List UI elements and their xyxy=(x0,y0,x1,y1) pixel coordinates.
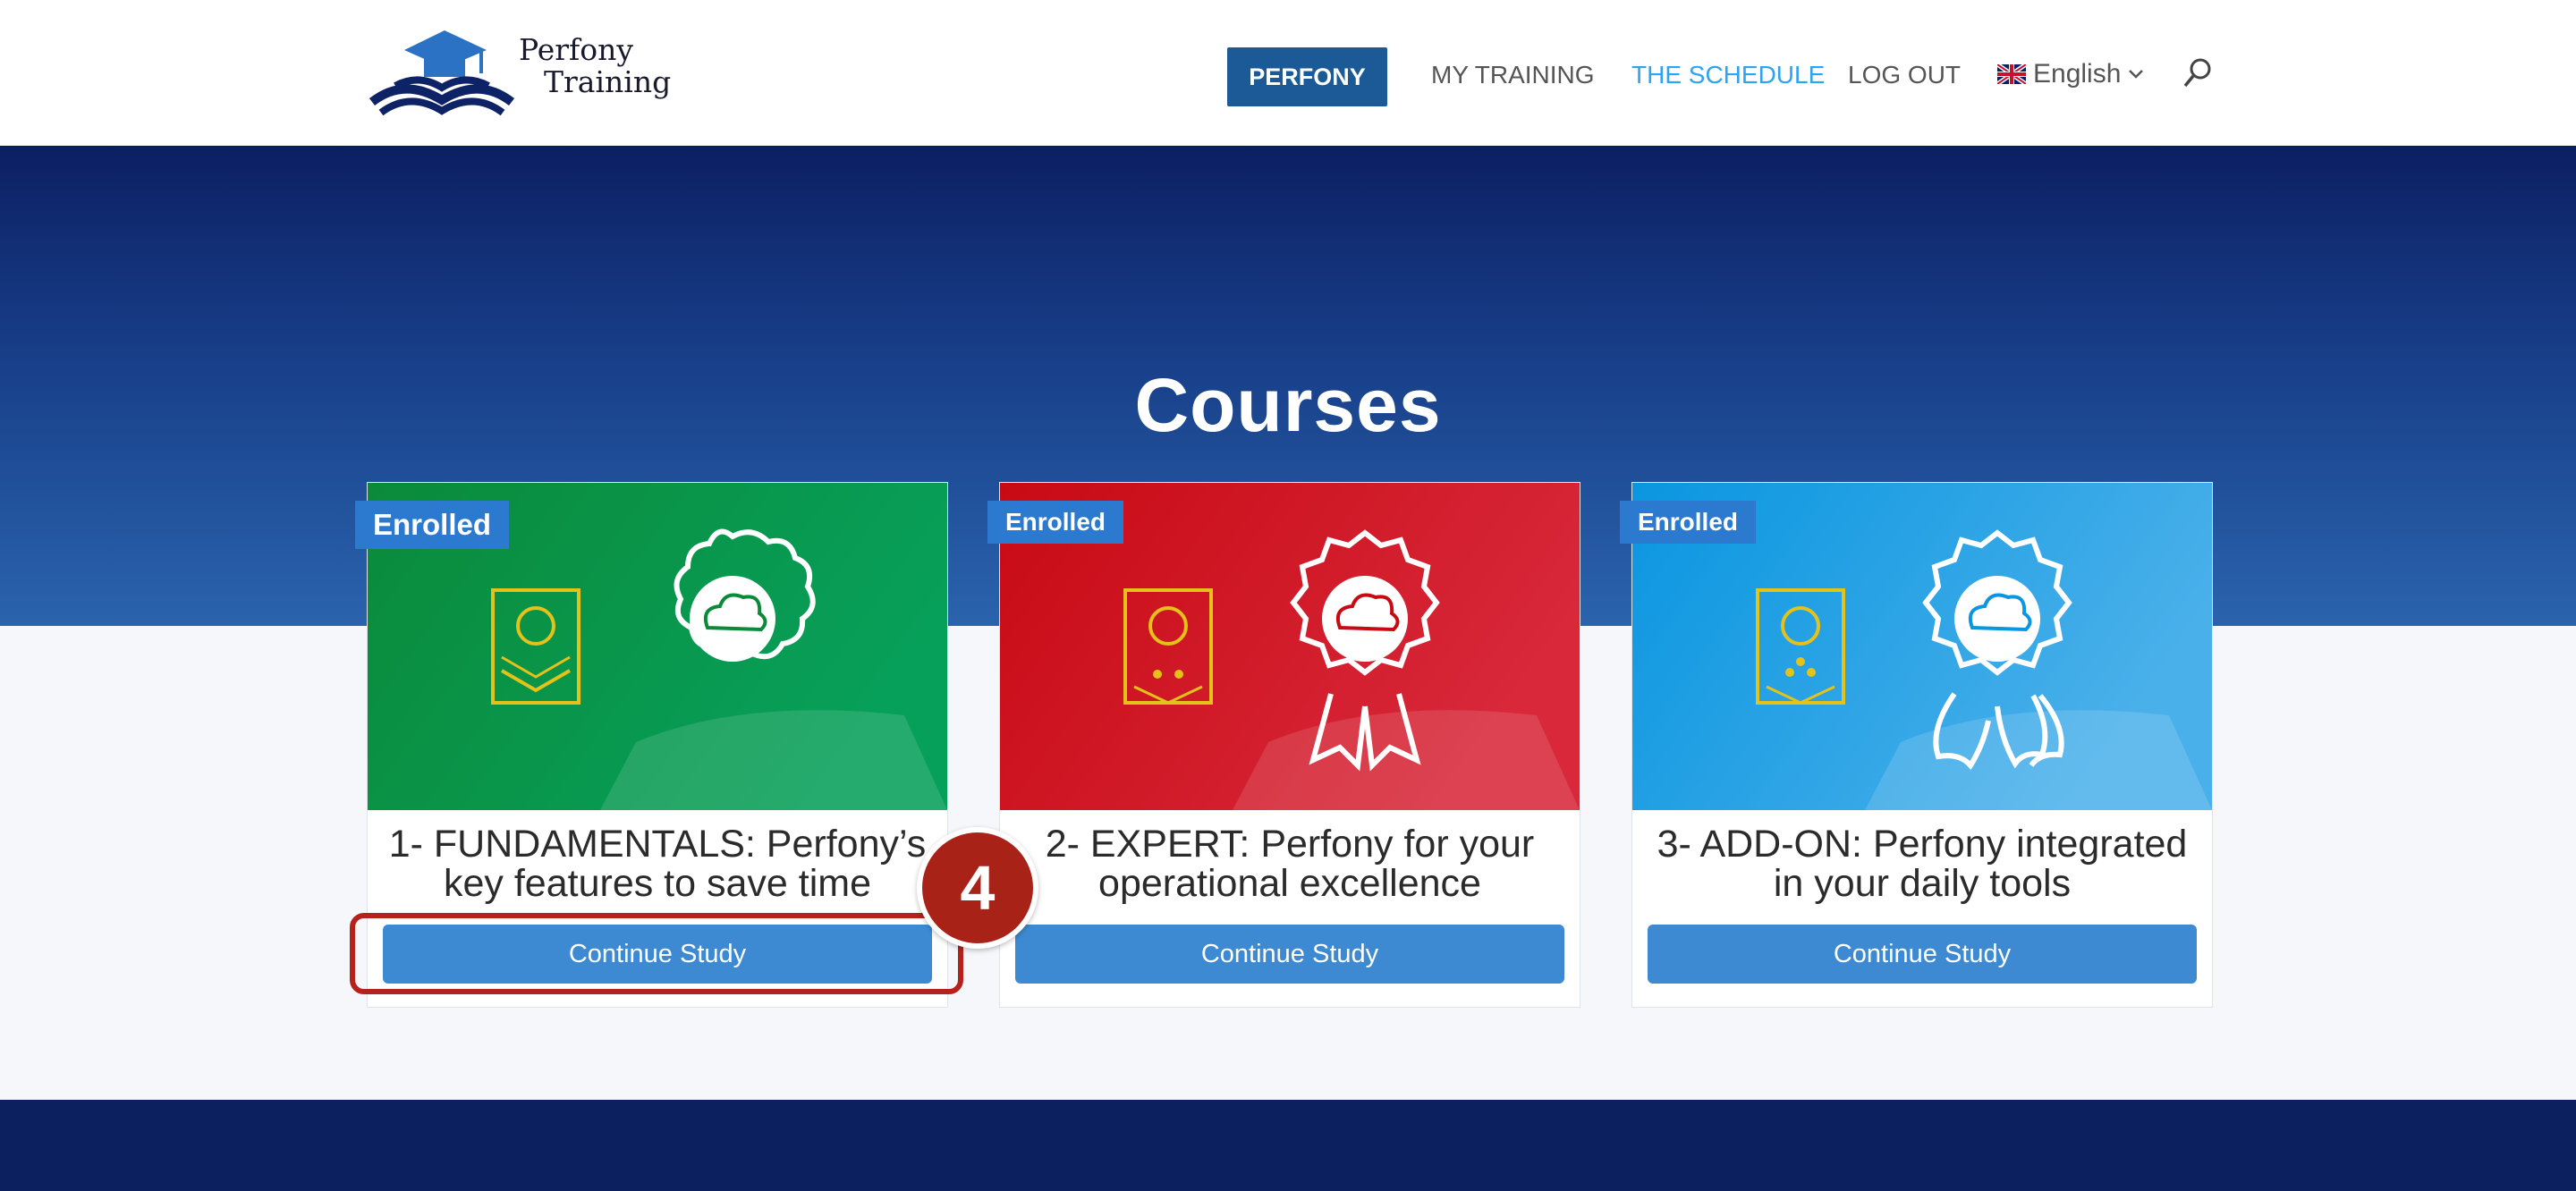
step-number-badge: 4 xyxy=(917,827,1038,949)
course-title[interactable]: 3- ADD-ON: Perfony integrated in your da… xyxy=(1641,824,2203,903)
course-card-expert: Enrolled 2- EXPERT: Perfony for your ope… xyxy=(987,482,1580,1008)
language-selector[interactable]: English xyxy=(1997,59,2144,89)
search-icon[interactable] xyxy=(2182,57,2213,89)
uk-flag-icon xyxy=(1997,64,2026,84)
site-header: Perfony Training PERFONY MY TRAINING THE… xyxy=(0,0,2576,146)
enrolled-badge: Enrolled xyxy=(355,501,510,549)
continue-study-button[interactable]: Continue Study xyxy=(1648,925,2197,984)
step-highlight-frame xyxy=(350,913,963,994)
course-card-add-on: Enrolled 3- ADD-ON: Perfony integrated i… xyxy=(1620,482,2213,1008)
footer-bar xyxy=(0,1100,2576,1191)
logo-line-1: Perfony xyxy=(519,32,634,67)
chevron-down-icon xyxy=(2129,70,2144,79)
nav-log-out[interactable]: LOG OUT xyxy=(1848,61,1961,89)
course-title[interactable]: 1- FUNDAMENTALS: Perfony’s key features … xyxy=(377,824,938,903)
language-label: English xyxy=(2033,59,2122,89)
nav-my-training[interactable]: MY TRAINING xyxy=(1431,61,1595,89)
nav-the-schedule[interactable]: THE SCHEDULE xyxy=(1631,61,1825,89)
course-title[interactable]: 2- EXPERT: Perfony for your operational … xyxy=(1009,824,1571,903)
page-title: Courses xyxy=(1134,363,1442,447)
logo-line-2: Training xyxy=(544,64,672,99)
continue-study-button[interactable]: Continue Study xyxy=(1015,925,1564,984)
nav-perfony-button[interactable]: PERFONY xyxy=(1227,47,1387,106)
logo-text[interactable]: Perfony Training xyxy=(519,34,671,98)
enrolled-badge: Enrolled xyxy=(987,501,1124,544)
enrolled-badge: Enrolled xyxy=(1620,501,1757,544)
page: Perfony Training PERFONY MY TRAINING THE… xyxy=(0,0,2576,1191)
